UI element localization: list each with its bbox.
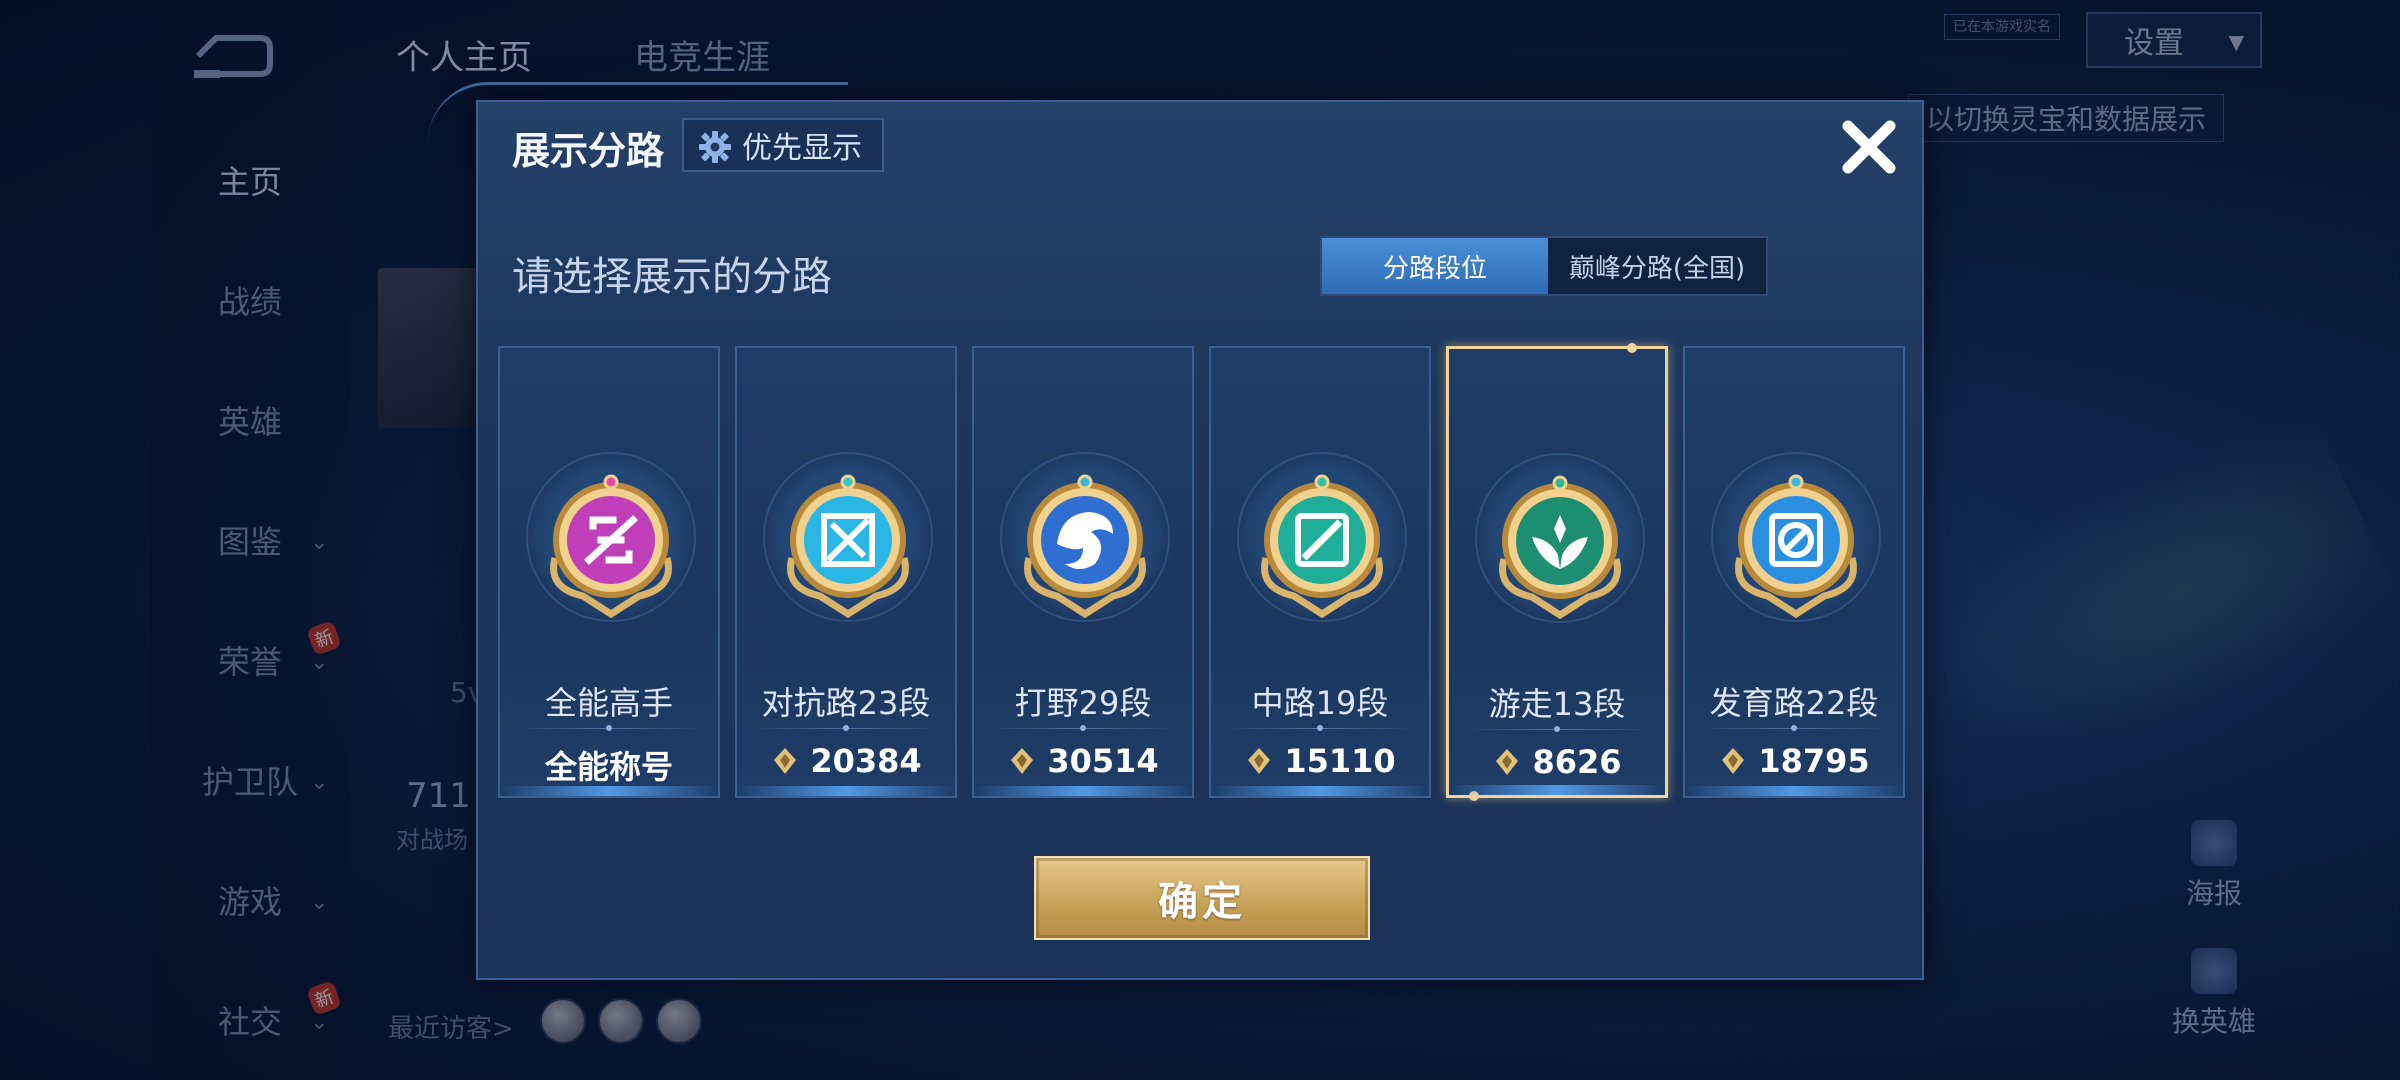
close-icon <box>1842 120 1896 174</box>
lane-name: 全能高手 <box>544 684 673 722</box>
roam-emblem-icon <box>1499 475 1621 619</box>
lane-score: 15110 <box>1211 742 1429 780</box>
divider <box>755 725 937 731</box>
selected-corner-dot <box>1627 343 1637 353</box>
lane-card-all-round[interactable]: 全能高手 全能称号 <box>498 346 720 798</box>
lane-score-value: 15110 <box>1284 742 1396 780</box>
priority-display-label: 优先显示 <box>742 131 862 166</box>
lane-score: 8626 <box>1449 743 1665 781</box>
divider <box>1467 726 1647 732</box>
divider <box>1703 725 1885 731</box>
jungle-emblem-icon <box>1024 474 1146 618</box>
divider <box>518 725 700 731</box>
lane-score: 30514 <box>974 742 1192 780</box>
peak-points-icon <box>774 748 797 774</box>
lane-score-value: 18795 <box>1758 742 1870 780</box>
lane-card-jungle[interactable]: 打野29段 30514 <box>972 346 1194 798</box>
toggle-peak-lane[interactable]: 巅峰分路(全国) <box>1548 238 1766 294</box>
lane-card-mid-lane[interactable]: 中路19段 15110 <box>1209 346 1431 798</box>
lane-name: 对抗路23段 <box>761 684 931 722</box>
mid-lane-emblem-icon <box>1261 474 1383 618</box>
lane-score: 20384 <box>737 742 955 780</box>
lane-score-value: 8626 <box>1532 743 1622 781</box>
ranking-type-toggle: 分路段位 巅峰分路(全国) <box>1320 236 1768 296</box>
close-button[interactable] <box>1834 112 1904 182</box>
lane-display-dialog: 展示分路 优先显示 请选择展示的分路 分路段位 巅峰分路(全国) 全能高手 全能… <box>428 82 1924 980</box>
lane-cards: 全能高手 全能称号 对抗路23段 20384 打野29段 30514 中路19段… <box>498 343 1906 801</box>
lane-card-clash-lane[interactable]: 对抗路23段 20384 <box>735 346 957 798</box>
peak-points-icon <box>1496 749 1519 775</box>
lane-name: 发育路22段 <box>1709 684 1879 722</box>
divider <box>1229 725 1411 731</box>
selected-corner-dot <box>1469 791 1479 801</box>
lane-score-value: 20384 <box>810 742 922 780</box>
dialog-subtitle: 请选择展示的分路 <box>512 254 832 300</box>
gear-icon <box>699 131 731 163</box>
lane-card-roam[interactable]: 游走13段 8626 <box>1446 343 1668 801</box>
toggle-lane-rank[interactable]: 分路段位 <box>1322 238 1548 294</box>
lane-score: 18795 <box>1685 742 1903 780</box>
lane-name: 中路19段 <box>1251 684 1389 722</box>
confirm-button[interactable]: 确定 <box>1034 856 1370 940</box>
farm-lane-emblem-icon <box>1735 474 1857 618</box>
lane-name: 打野29段 <box>1014 684 1152 722</box>
dialog-title: 展示分路 <box>512 129 665 173</box>
lane-score: 全能称号 <box>500 742 718 788</box>
all-round-emblem-icon <box>550 474 672 618</box>
clash-lane-emblem-icon <box>787 474 909 618</box>
peak-points-icon <box>1248 748 1271 774</box>
priority-display-button[interactable]: 优先显示 <box>682 118 884 172</box>
peak-points-icon <box>1722 748 1745 774</box>
lane-name: 游走13段 <box>1488 685 1626 723</box>
peak-points-icon <box>1011 748 1034 774</box>
divider <box>992 725 1174 731</box>
lane-score-value: 全能称号 <box>544 748 673 786</box>
lane-score-value: 30514 <box>1047 742 1159 780</box>
lane-card-farm-lane[interactable]: 发育路22段 18795 <box>1683 346 1905 798</box>
